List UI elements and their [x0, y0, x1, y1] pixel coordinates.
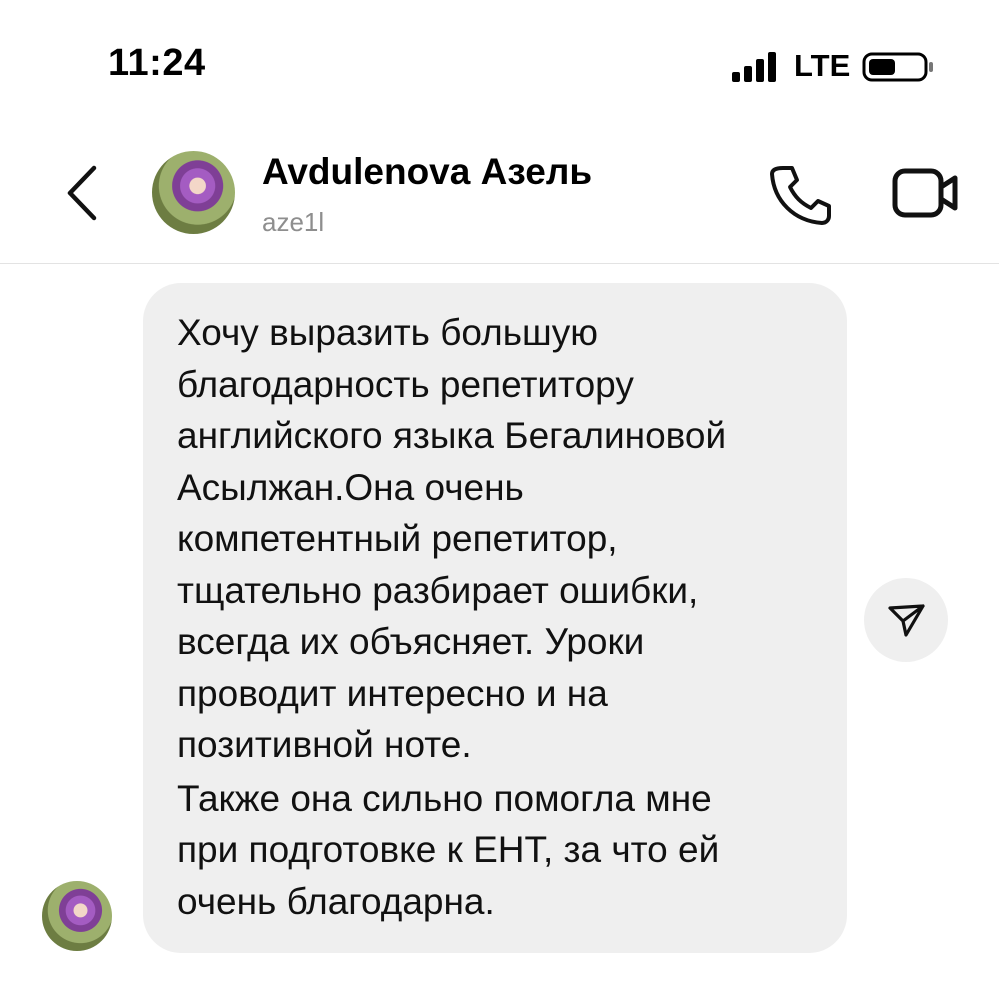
back-chevron-icon[interactable] [58, 162, 106, 224]
share-message-button[interactable] [864, 578, 948, 662]
video-camera-icon[interactable] [891, 163, 961, 223]
phone-icon[interactable] [766, 160, 834, 228]
message-line: проводит интересно и на [177, 672, 608, 714]
message-line: Также она сильно помогла мне [177, 777, 712, 819]
message-line: тщательно разбирает ошибки, [177, 569, 699, 611]
cellular-signal-icon [732, 52, 782, 82]
status-time: 11:24 [108, 42, 206, 84]
message-line: всегда их объясняет. Уроки [177, 621, 645, 662]
message-line: Хочу выразить большую [177, 312, 598, 353]
paper-plane-icon [888, 604, 925, 637]
message-bubble[interactable]: Хочу выразить большую благодарность репе… [143, 283, 847, 953]
message-line: очень благодарна. [177, 880, 495, 922]
contact-username[interactable]: aze1l [262, 207, 324, 238]
message-line: при подготовке к ЕНТ, за что ей [177, 829, 720, 870]
header-divider [0, 263, 999, 264]
message-line: компетентный репетитор, [177, 518, 618, 559]
battery-icon [862, 52, 933, 82]
sender-avatar[interactable] [42, 881, 112, 951]
message-line: позитивной ноте. [177, 724, 472, 765]
message-line: Асылжан.Она очень [177, 466, 524, 508]
message-line: благодарность репетитору [177, 363, 634, 405]
contact-name[interactable]: Avdulenova Азель [262, 151, 592, 193]
network-label: LTE [794, 48, 851, 83]
contact-avatar[interactable] [152, 151, 235, 234]
message-line: английского языка Бегалиновой [177, 415, 727, 456]
